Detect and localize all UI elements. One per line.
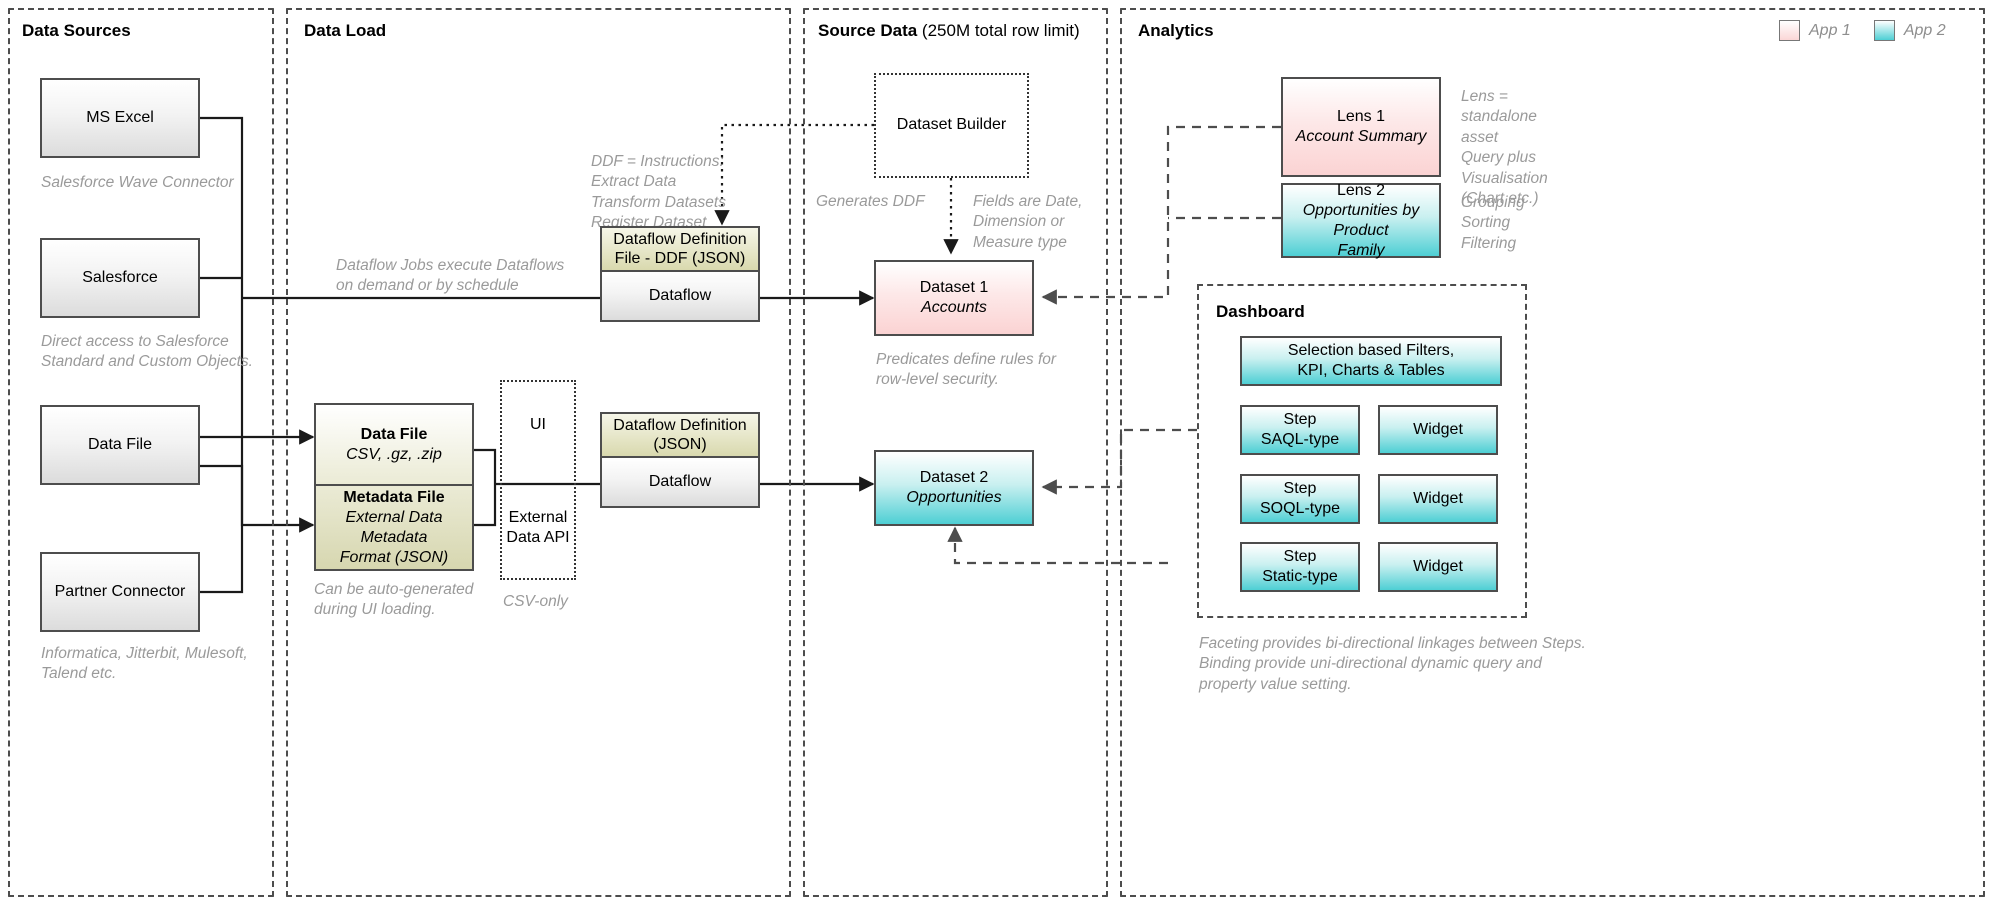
note-ms-excel: Salesforce Wave Connector	[41, 174, 234, 191]
lane-title-text: Data Sources	[22, 21, 131, 40]
node-dataflow-definition-body: Dataflow	[602, 458, 758, 506]
node-widget-3[interactable]: Widget	[1378, 542, 1498, 592]
node-step-saql-sub: SAQL-type	[1260, 431, 1340, 448]
node-dataset-2[interactable]: Dataset 2 Opportunities	[874, 450, 1034, 526]
node-dashboard-filters-label: Selection based Filters, KPI, Charts & T…	[1287, 342, 1455, 379]
node-lens-2[interactable]: Lens 2 Opportunities by Product Family	[1281, 181, 1441, 259]
node-step-soql[interactable]: Step SOQL-type	[1240, 474, 1360, 524]
node-data-file-load-sub: CSV, .gz, .zip	[346, 445, 442, 463]
legend-label-app1: App 1	[1809, 21, 1851, 39]
node-data-file-source-label: Data File	[87, 436, 153, 453]
legend-label-app2: App 2	[1903, 21, 1946, 39]
node-external-data-api: External Data API	[500, 500, 576, 556]
node-salesforce[interactable]: Salesforce	[40, 238, 200, 318]
node-lens-2-title: Lens 2	[1336, 181, 1386, 199]
node-step-static-sub: Static-type	[1262, 568, 1338, 585]
note-csv-only: CSV-only	[503, 593, 568, 610]
node-dataset-2-sub: Opportunities	[906, 489, 1002, 506]
lane-title-source-data: Source Data (250M total row limit)	[818, 21, 1080, 41]
node-partner-connector-label: Partner Connector	[54, 583, 186, 600]
note-salesforce: Direct access to Salesforce Standard and…	[41, 333, 253, 371]
node-widget-1[interactable]: Widget	[1378, 405, 1498, 455]
node-external-data-api-label: External Data API	[506, 509, 570, 546]
node-metadata-file: Metadata File External Data Metadata For…	[316, 486, 472, 569]
note-fields-type: Fields are Date, Dimension or Measure ty…	[973, 193, 1083, 251]
node-widget-3-label: Widget	[1413, 558, 1463, 575]
lane-title-analytics: Analytics	[1138, 21, 1214, 41]
note-faceting: Faceting provides bi-directional linkage…	[1199, 635, 1586, 693]
node-ddf-file[interactable]: Dataflow Definition File - DDF (JSON) Da…	[600, 226, 760, 322]
node-ms-excel-label: MS Excel	[86, 109, 154, 126]
lane-title-data-load: Data Load	[304, 21, 386, 41]
node-widget-1-label: Widget	[1413, 421, 1463, 438]
node-dataset-1-sub: Accounts	[921, 299, 987, 316]
note-generates-ddf: Generates DDF	[816, 193, 925, 210]
diagram-canvas: Data Sources Data Load Source Data (250M…	[0, 0, 1993, 905]
node-dataset-1[interactable]: Dataset 1 Accounts	[874, 260, 1034, 336]
node-lens-1[interactable]: Lens 1 Account Summary	[1281, 77, 1441, 177]
node-dashboard-filters[interactable]: Selection based Filters, KPI, Charts & T…	[1240, 336, 1502, 386]
node-data-file-load[interactable]: Data File CSV, .gz, .zip Metadata File E…	[314, 403, 474, 571]
note-predicates: Predicates define rules for row-level se…	[876, 351, 1057, 389]
node-ui-label: UI	[530, 416, 546, 433]
node-dataset-2-title: Dataset 2	[919, 469, 989, 486]
note-ddf-instructions: DDF = Instructions: Extract Data Transfo…	[591, 153, 726, 232]
node-data-file-source[interactable]: Data File	[40, 405, 200, 485]
node-lens-2-sub: Opportunities by Product Family	[1302, 201, 1420, 259]
dashboard-title: Dashboard	[1216, 302, 1305, 321]
node-dataset-1-title: Dataset 1	[919, 279, 989, 296]
node-step-static[interactable]: Step Static-type	[1240, 542, 1360, 592]
node-step-soql-title: Step	[1283, 480, 1317, 497]
node-widget-2-label: Widget	[1413, 490, 1463, 507]
lane-title-data-sources: Data Sources	[22, 21, 131, 41]
node-ui: UI	[500, 400, 576, 450]
node-step-saql[interactable]: Step SAQL-type	[1240, 405, 1360, 455]
node-ms-excel[interactable]: MS Excel	[40, 78, 200, 158]
node-ddf-file-body: Dataflow	[602, 272, 758, 320]
node-salesforce-label: Salesforce	[82, 269, 158, 286]
node-widget-2[interactable]: Widget	[1378, 474, 1498, 524]
node-step-static-title: Step	[1283, 548, 1317, 565]
legend-swatch-app2-icon	[1873, 20, 1895, 41]
lane-title-text: Analytics	[1138, 21, 1214, 40]
lane-title-sub: (250M total row limit)	[917, 21, 1080, 40]
node-dataflow-definition-header: Dataflow Definition (JSON)	[602, 414, 758, 458]
note-partner-connector: Informatica, Jitterbit, Mulesoft, Talend…	[41, 645, 248, 683]
node-metadata-file-title: Metadata File	[343, 488, 445, 506]
legend-swatch-app1-icon	[1779, 20, 1800, 41]
node-dataset-builder-label: Dataset Builder	[896, 116, 1007, 134]
node-dataset-builder[interactable]: Dataset Builder	[874, 73, 1029, 178]
lane-title-text: Source Data	[818, 21, 918, 40]
legend: App 1 App 2	[1779, 20, 1946, 41]
node-ddf-file-header: Dataflow Definition File - DDF (JSON)	[602, 228, 758, 272]
note-lens-2-features: Grouping Sorting Filtering	[1461, 194, 1525, 252]
lane-title-text: Data Load	[304, 21, 387, 40]
note-lens-definition: Lens = standalone asset Query plus Visua…	[1461, 88, 1548, 208]
node-metadata-file-sub: External Data Metadata Format (JSON)	[339, 508, 449, 566]
node-data-file-load-title: Data File	[360, 425, 428, 443]
node-lens-1-title: Lens 1	[1336, 108, 1386, 125]
node-step-saql-title: Step	[1283, 411, 1317, 428]
node-partner-connector[interactable]: Partner Connector	[40, 552, 200, 632]
node-dataflow-definition[interactable]: Dataflow Definition (JSON) Dataflow	[600, 412, 760, 508]
node-data-file-load-top: Data File CSV, .gz, .zip	[316, 405, 472, 486]
node-step-soql-sub: SOQL-type	[1259, 500, 1341, 517]
node-lens-1-sub: Account Summary	[1295, 128, 1427, 145]
